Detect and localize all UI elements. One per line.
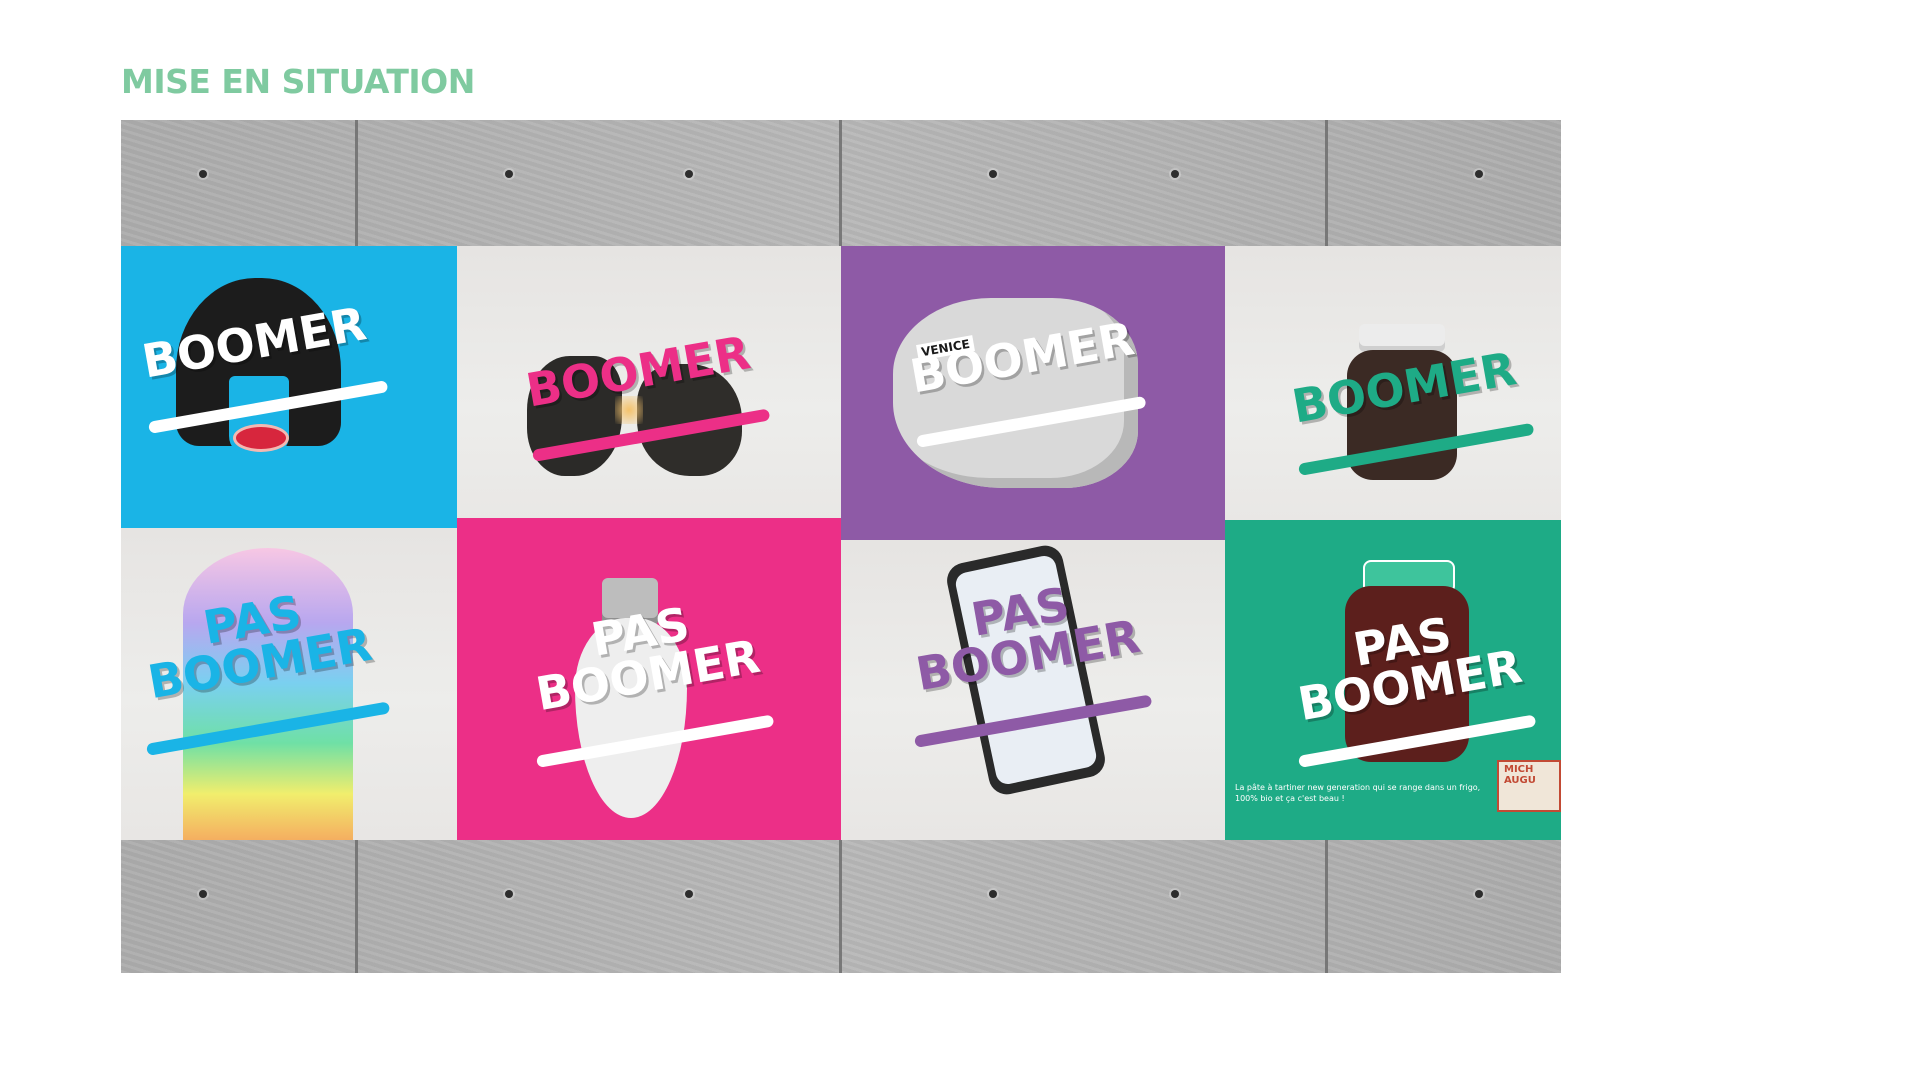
poster-boomer-wig: BOOMER xyxy=(121,246,457,540)
wall-bolt xyxy=(685,170,693,178)
poster-headline: PAS BOOMER xyxy=(911,576,1144,701)
wall-bolt xyxy=(989,170,997,178)
poster-pas-boomer-bulb: PAS BOOMER xyxy=(457,518,841,840)
wall-bolt xyxy=(505,890,513,898)
poster-pas-boomer-phone: PAS BOOMER xyxy=(841,540,1225,840)
wall-bolt xyxy=(1171,170,1179,178)
red-lips-image xyxy=(233,424,289,452)
wall-bolt xyxy=(1475,170,1483,178)
poster-boomer-stone: BOOMER xyxy=(457,246,841,540)
poster-tagline: La pâte à tartiner new generation qui se… xyxy=(1235,783,1481,804)
poster-headline: PAS BOOMER xyxy=(1293,606,1526,731)
wall-bolt xyxy=(1475,890,1483,898)
jar-lid-image xyxy=(1359,324,1445,352)
wall-bolt xyxy=(685,890,693,898)
page-title: MISE EN SITUATION xyxy=(121,62,475,101)
poster-headline: PAS BOOMER xyxy=(531,596,764,721)
poster-boomer-map: VENICE BOOMER xyxy=(841,246,1225,546)
wall-bolt xyxy=(199,890,207,898)
wall-bolt xyxy=(1171,890,1179,898)
wall-bolt xyxy=(199,170,207,178)
poster-pas-boomer-hair: PAS BOOMER xyxy=(121,528,457,840)
poster-boomer-jar: BOOMER xyxy=(1225,246,1561,540)
wall-bolt xyxy=(989,890,997,898)
wall-bolt xyxy=(505,170,513,178)
poster-pas-boomer-jar: PAS BOOMER La pâte à tartiner new genera… xyxy=(1225,520,1561,840)
brand-logo: MICH AUGU xyxy=(1497,760,1561,812)
concrete-wall-mockup: BOOMER BOOMER VENICE BOOMER BOOMER PAS B… xyxy=(121,120,1561,973)
